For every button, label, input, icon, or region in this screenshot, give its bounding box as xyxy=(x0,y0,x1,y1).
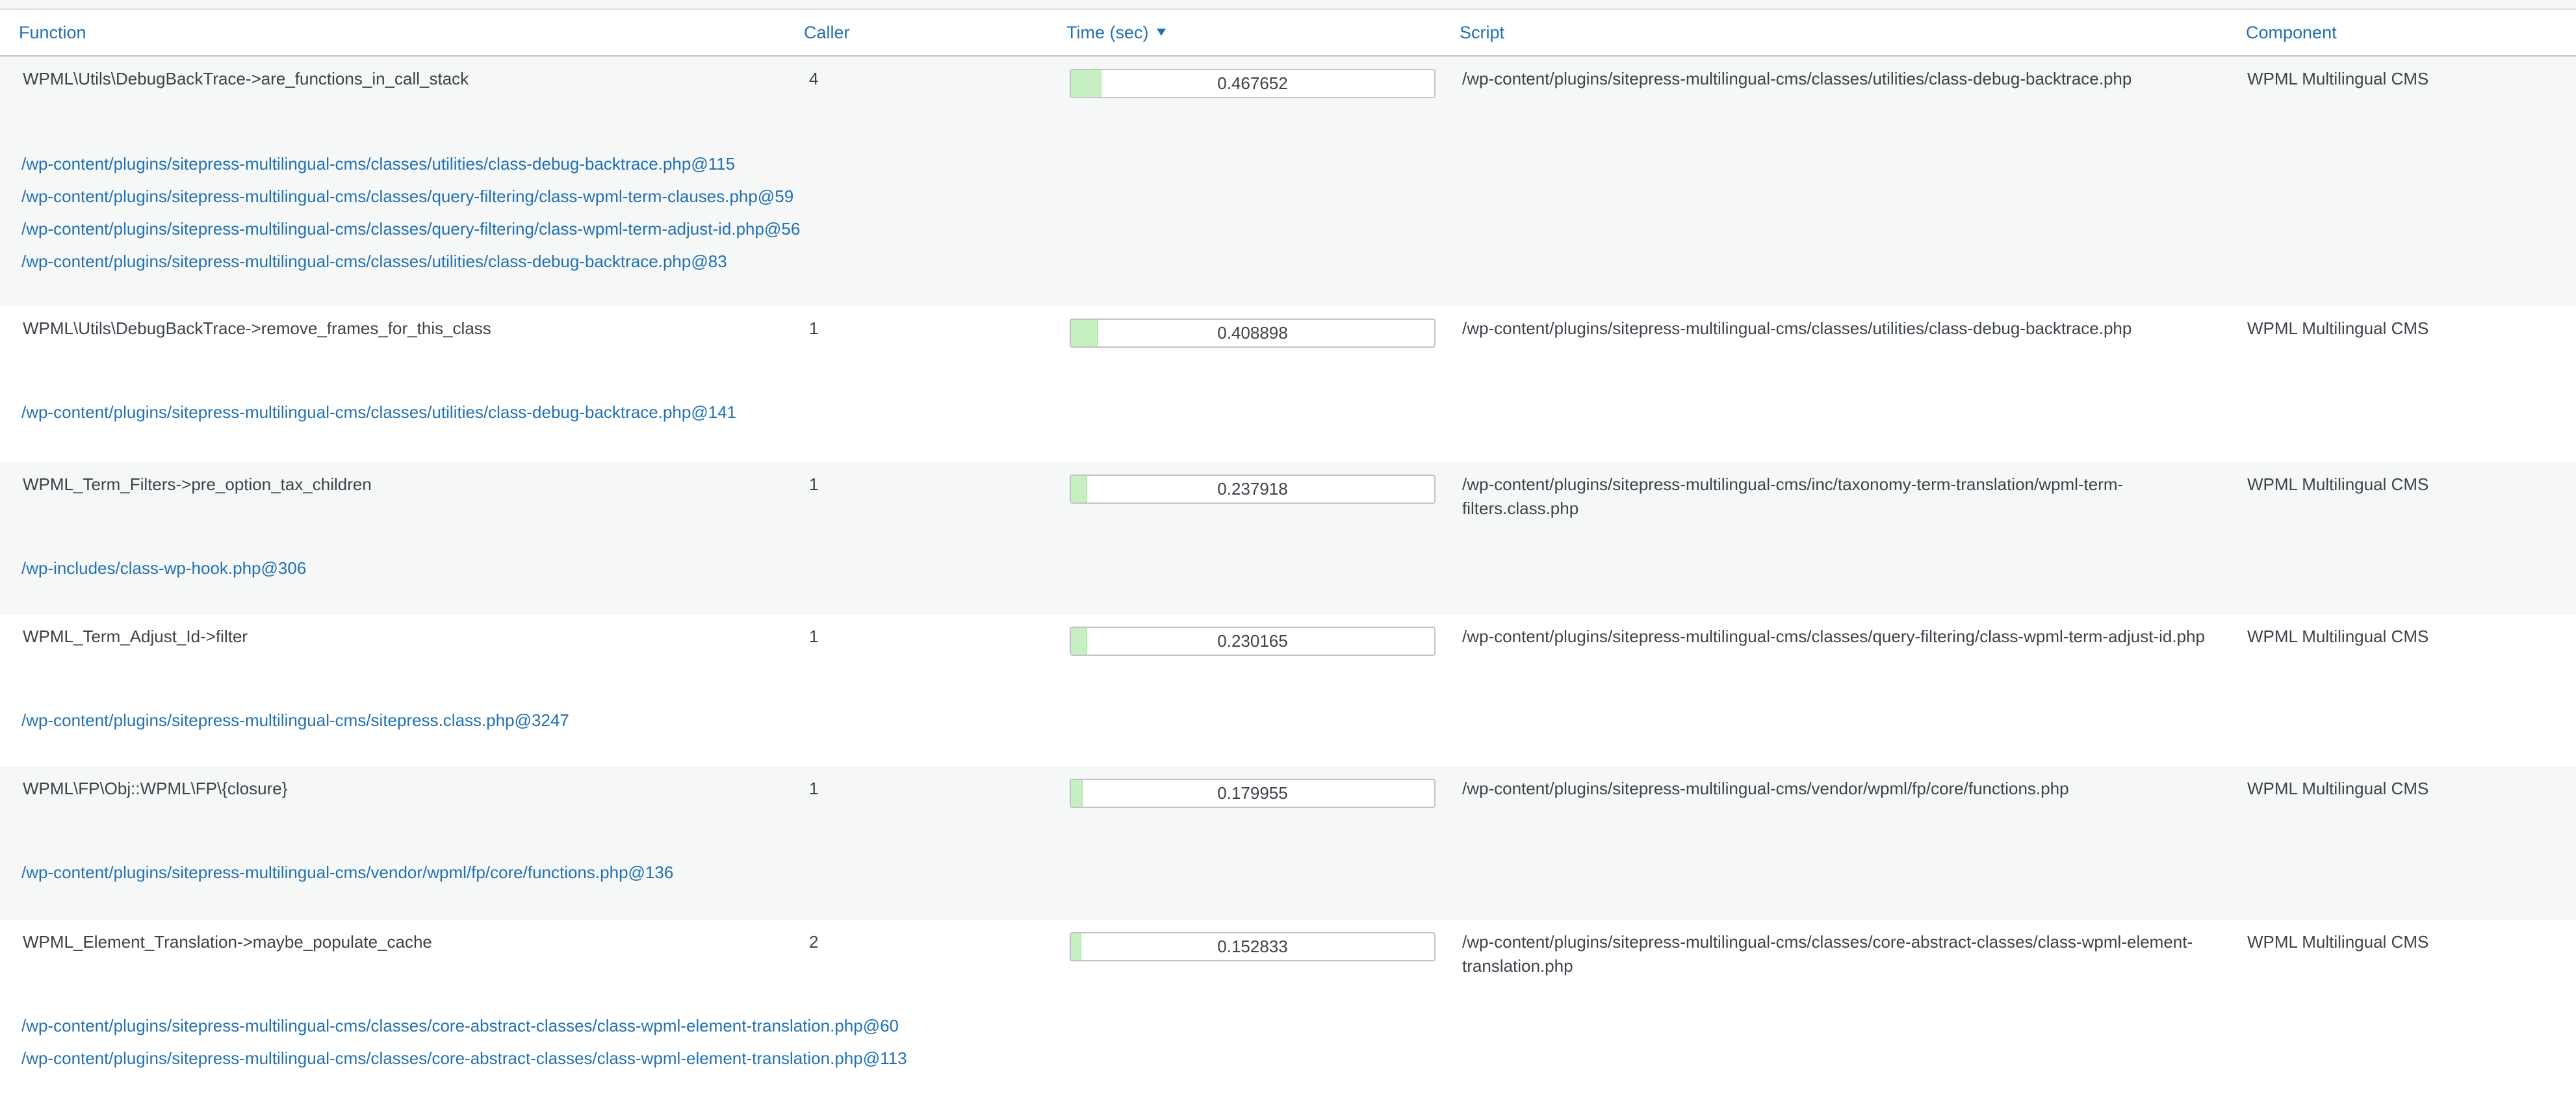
time-value: 0.237918 xyxy=(1217,479,1288,499)
table-row: WPML\FP\Obj::WPML\FP\{closure} 1 0.179955/… xyxy=(0,766,2576,920)
script-path: /wp-content/plugins/sitepress-multilingu… xyxy=(1462,779,2069,798)
column-header-function[interactable]: Function xyxy=(19,22,86,43)
caller-count: 1 xyxy=(809,318,819,338)
table-row: WPML_Element_Translation->maybe_populate… xyxy=(0,920,2576,1105)
call-stack: /wp-content/plugins/sitepress-multilingu… xyxy=(21,856,673,889)
call-stack: /wp-content/plugins/sitepress-multilingu… xyxy=(21,396,736,428)
profiler-table: Function Caller Time (sec) Script Compon… xyxy=(0,8,2576,1105)
function-name: WPML\Utils\DebugBackTrace->are_functions… xyxy=(23,69,469,88)
caller-count: 1 xyxy=(809,627,819,646)
stack-trace-link[interactable]: /wp-includes/class-wp-hook.php@306 xyxy=(21,552,306,584)
column-header-time[interactable]: Time (sec) xyxy=(1066,22,1166,43)
stack-trace-link[interactable]: /wp-content/plugins/sitepress-multilingu… xyxy=(21,1009,907,1042)
call-stack: /wp-content/plugins/sitepress-multilingu… xyxy=(21,1009,907,1074)
column-header-script[interactable]: Script xyxy=(1460,22,1504,43)
function-name: WPML_Term_Filters->pre_option_tax_childr… xyxy=(23,474,372,494)
table-row: WPML\Utils\DebugBackTrace->are_functions… xyxy=(0,57,2576,306)
table-row: WPML_Term_Adjust_Id->filter 1 0.230165/wp-… xyxy=(0,614,2576,766)
time-value: 0.408898 xyxy=(1217,323,1288,343)
time-bar: 0.467652 xyxy=(1070,69,1436,98)
script-path: /wp-content/plugins/sitepress-multilingu… xyxy=(1462,318,2132,338)
component-name: WPML Multilingual CMS xyxy=(2247,779,2429,798)
time-value: 0.230165 xyxy=(1217,631,1288,651)
table-header: Function Caller Time (sec) Script Compon… xyxy=(0,10,2576,57)
caller-count: 1 xyxy=(809,474,819,494)
stack-trace-link[interactable]: /wp-content/plugins/sitepress-multilingu… xyxy=(21,148,800,180)
call-stack: /wp-includes/class-wp-hook.php@306 xyxy=(21,552,306,584)
component-name: WPML Multilingual CMS xyxy=(2247,932,2429,952)
time-value: 0.152833 xyxy=(1217,937,1288,956)
stack-trace-link[interactable]: /wp-content/plugins/sitepress-multilingu… xyxy=(21,704,569,736)
stack-trace-link[interactable]: /wp-content/plugins/sitepress-multilingu… xyxy=(21,856,673,889)
component-name: WPML Multilingual CMS xyxy=(2247,318,2429,338)
sort-descending-icon xyxy=(1156,29,1166,36)
stack-trace-link[interactable]: /wp-content/plugins/sitepress-multilingu… xyxy=(21,213,800,245)
call-stack: /wp-content/plugins/sitepress-multilingu… xyxy=(21,704,569,736)
time-bar: 0.237918 xyxy=(1070,474,1436,504)
script-path: /wp-content/plugins/sitepress-multilingu… xyxy=(1462,69,2132,88)
component-name: WPML Multilingual CMS xyxy=(2247,627,2429,646)
time-bar: 0.152833 xyxy=(1070,932,1436,961)
function-name: WPML_Element_Translation->maybe_populate… xyxy=(23,932,432,952)
time-bar: 0.408898 xyxy=(1070,318,1436,348)
call-stack: /wp-content/plugins/sitepress-multilingu… xyxy=(21,148,800,278)
time-bar: 0.179955 xyxy=(1070,779,1436,808)
caller-count: 2 xyxy=(809,932,819,952)
function-name: WPML\FP\Obj::WPML\FP\{closure} xyxy=(23,779,288,798)
caller-count: 1 xyxy=(809,779,819,798)
function-name: WPML_Term_Adjust_Id->filter xyxy=(23,627,248,646)
stack-trace-link[interactable]: /wp-content/plugins/sitepress-multilingu… xyxy=(21,396,736,428)
component-name: WPML Multilingual CMS xyxy=(2247,474,2429,494)
time-value: 0.179955 xyxy=(1217,783,1288,803)
time-bar: 0.230165 xyxy=(1070,627,1436,656)
table-row: WPML\Utils\DebugBackTrace->remove_frames… xyxy=(0,306,2576,462)
stack-trace-link[interactable]: /wp-content/plugins/sitepress-multilingu… xyxy=(21,1042,907,1074)
time-value: 0.467652 xyxy=(1217,73,1288,93)
script-path: /wp-content/plugins/sitepress-multilingu… xyxy=(1462,474,2124,518)
script-path: /wp-content/plugins/sitepress-multilingu… xyxy=(1462,627,2205,646)
column-header-caller[interactable]: Caller xyxy=(804,22,850,43)
component-name: WPML Multilingual CMS xyxy=(2247,69,2429,88)
script-path: /wp-content/plugins/sitepress-multilingu… xyxy=(1462,932,2193,976)
caller-count: 4 xyxy=(809,69,819,88)
table-row: WPML_Term_Filters->pre_option_tax_childr… xyxy=(0,462,2576,614)
column-header-component[interactable]: Component xyxy=(2246,22,2337,43)
column-header-time-label: Time (sec) xyxy=(1066,23,1149,42)
stack-trace-link[interactable]: /wp-content/plugins/sitepress-multilingu… xyxy=(21,245,800,278)
function-name: WPML\Utils\DebugBackTrace->remove_frames… xyxy=(23,318,491,338)
stack-trace-link[interactable]: /wp-content/plugins/sitepress-multilingu… xyxy=(21,180,800,213)
